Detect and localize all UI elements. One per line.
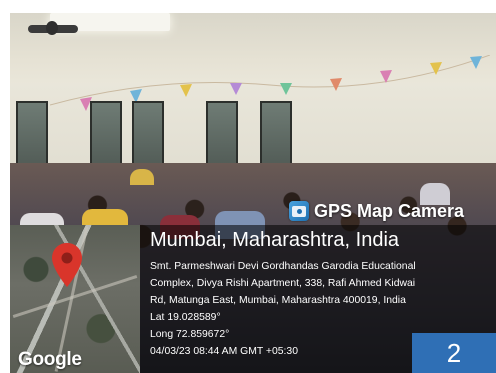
address-line: Complex, Divya Rishi Apartment, 338, Raf…	[150, 278, 416, 289]
address-line: Rd, Matunga East, Mumbai, Maharashtra 40…	[150, 295, 406, 306]
person	[130, 169, 154, 185]
location-title: Mumbai, Maharashtra, India	[150, 229, 400, 251]
camera-icon	[289, 201, 309, 221]
page-number-badge: 2	[412, 333, 496, 373]
latitude: Lat 19.028589°	[150, 312, 221, 323]
ceiling-fan-hub	[46, 21, 58, 35]
satellite-map-thumbnail: Google	[10, 225, 140, 373]
address-line: Smt. Parmeshwari Devi Gordhandas Garodia…	[150, 261, 416, 272]
brand-name: GPS Map Camera	[314, 200, 465, 221]
photo-frame: GPS Map Camera Google Mumbai, Maharashtr…	[10, 13, 496, 373]
gps-map-camera-brand: GPS Map Camera	[289, 198, 464, 224]
google-attribution: Google	[18, 349, 82, 370]
map-pin-icon	[52, 243, 82, 287]
